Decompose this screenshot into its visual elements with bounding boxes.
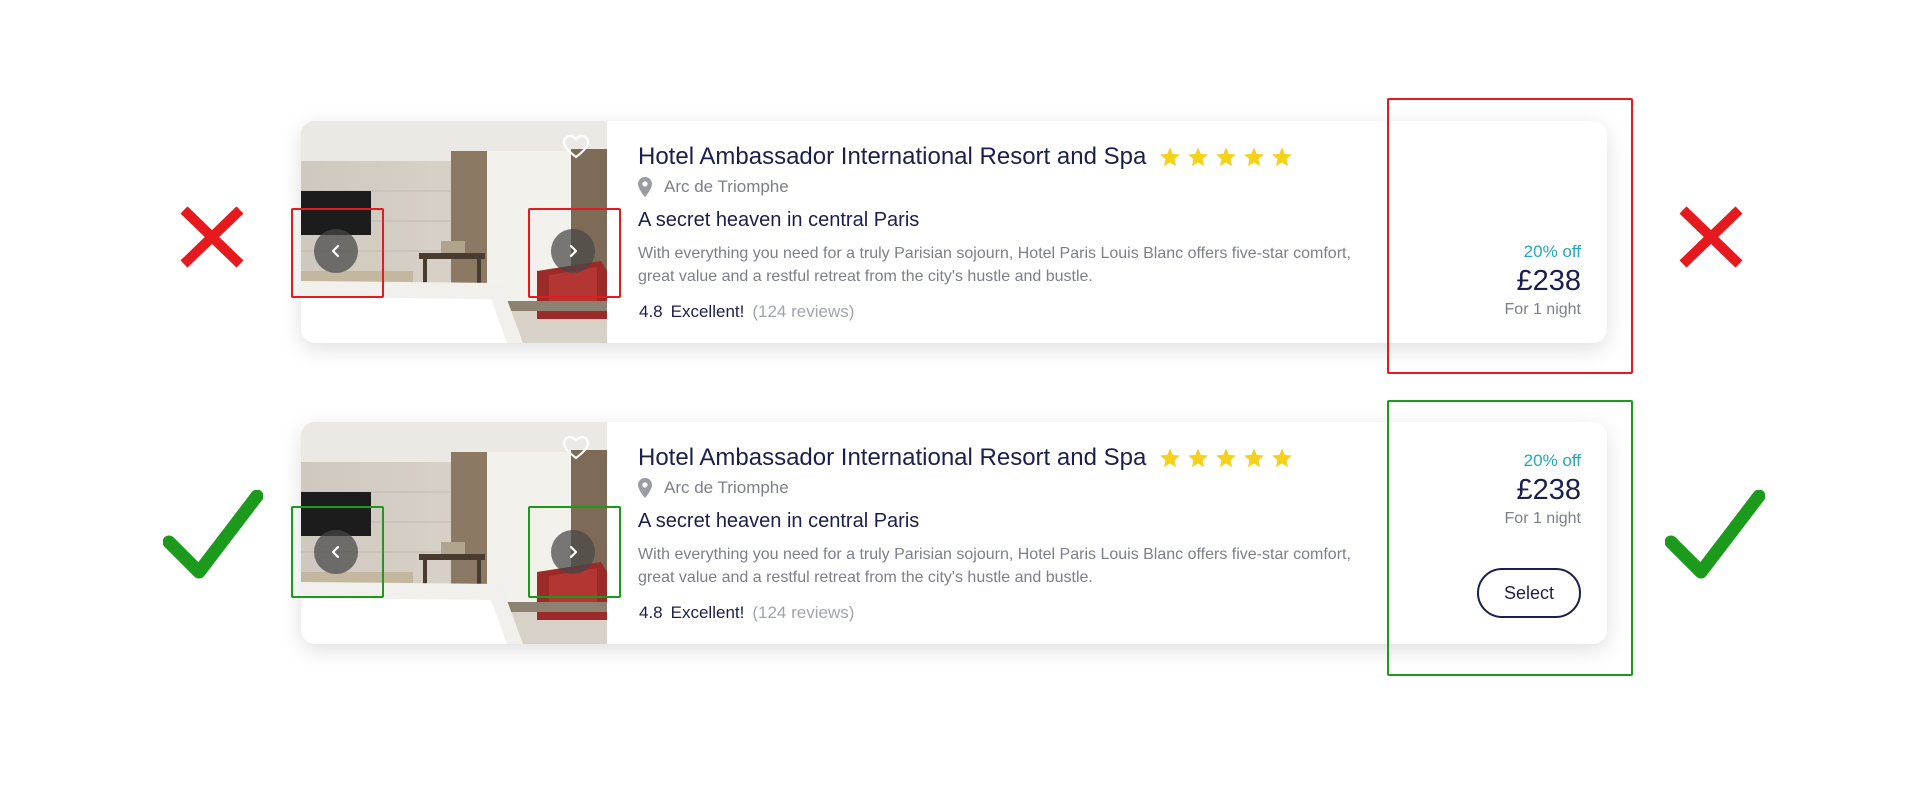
checkmark-icon	[1665, 490, 1765, 579]
location-label: Arc de Triomphe	[664, 478, 789, 497]
heart-icon[interactable]	[562, 435, 590, 460]
star-icon	[1244, 147, 1264, 167]
checkmark-icon	[163, 490, 263, 579]
review-rating: 4.8 Excellent! (124 reviews)	[639, 603, 854, 623]
review-count[interactable]: (124 reviews)	[752, 302, 854, 321]
star-icon	[1188, 448, 1208, 468]
heart-icon[interactable]	[562, 134, 590, 159]
hotel-info: Hotel Ambassador International Resort an…	[638, 121, 1398, 343]
hotel-info: Hotel Ambassador International Resort an…	[638, 422, 1398, 644]
hotel-location: Arc de Triomphe	[638, 478, 789, 498]
rating-score: 4.8	[639, 302, 663, 321]
hotel-description: With everything you need for a truly Par…	[638, 546, 1351, 586]
hotel-title[interactable]: Hotel Ambassador International Resort an…	[638, 143, 1146, 171]
map-pin-icon	[638, 478, 652, 498]
correct-highlight-prev-button	[291, 506, 384, 598]
cross-icon	[180, 206, 244, 268]
star-icon	[1160, 147, 1180, 167]
star-icon	[1216, 147, 1236, 167]
star-icon	[1244, 448, 1264, 468]
hotel-description: With everything you need for a truly Par…	[638, 245, 1351, 285]
wrong-highlight-prev-button	[291, 208, 384, 298]
review-count[interactable]: (124 reviews)	[752, 603, 854, 622]
star-rating	[1159, 447, 1293, 469]
wrong-highlight-price-area	[1387, 98, 1633, 374]
review-rating: 4.8 Excellent! (124 reviews)	[639, 302, 854, 322]
hotel-title[interactable]: Hotel Ambassador International Resort an…	[638, 444, 1146, 472]
hotel-tagline: A secret heaven in central Paris	[638, 209, 920, 231]
correct-highlight-price-area	[1387, 400, 1633, 676]
rating-score: 4.8	[639, 603, 663, 622]
location-label: Arc de Triomphe	[664, 177, 789, 196]
map-pin-icon	[638, 177, 652, 197]
hotel-tagline: A secret heaven in central Paris	[638, 510, 920, 532]
star-rating	[1159, 146, 1293, 168]
rating-word: Excellent!	[670, 603, 745, 622]
star-icon	[1160, 448, 1180, 468]
star-icon	[1216, 448, 1236, 468]
star-icon	[1272, 448, 1292, 468]
correct-highlight-next-button	[528, 506, 621, 598]
wrong-highlight-next-button	[528, 208, 621, 298]
hotel-location: Arc de Triomphe	[638, 177, 789, 197]
star-icon	[1188, 147, 1208, 167]
cross-icon	[1679, 206, 1743, 268]
star-icon	[1272, 147, 1292, 167]
rating-word: Excellent!	[670, 302, 745, 321]
